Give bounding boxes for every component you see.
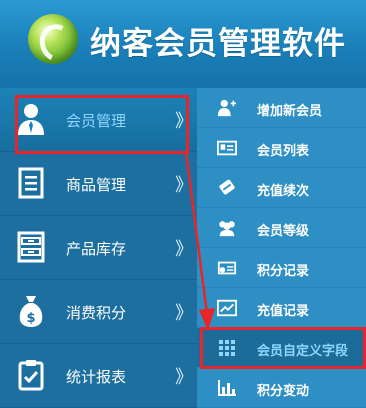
submenu-item-label: 积分变动 [257, 384, 310, 399]
chevron-right-icon: 》 [175, 111, 193, 132]
submenu-item-label: 充值记录 [257, 304, 310, 319]
user-icon [14, 98, 48, 140]
sidebar-item-consumption-points[interactable]: $ 消费积分 》 [0, 280, 197, 344]
sidebar: 会员管理 》 商品管理 》 产品库存 》 $ 消费积分 》 统计报表 》 [0, 88, 197, 408]
sidebar-item-label: 消费积分 [66, 304, 127, 322]
submenu-item-label: 会员自定义字段 [257, 344, 349, 359]
sidebar-item-label: 会员管理 [66, 112, 127, 130]
svg-text:$: $ [26, 311, 35, 326]
submenu-item-label: 积分记录 [257, 264, 310, 279]
submenu-item-label: 充值续次 [257, 184, 310, 199]
submenu-item-label: 增加新会员 [257, 104, 323, 119]
app-header: 纳客会员管理软件 [0, 0, 366, 88]
submenu-item-add-member[interactable]: 增加新会员 [197, 88, 366, 128]
annotation-arrow [184, 151, 215, 331]
app-logo [28, 14, 80, 67]
document-icon [14, 162, 48, 204]
clipboard-check-icon [14, 354, 48, 396]
add-user-icon [217, 99, 237, 117]
bar-chart-icon [217, 379, 237, 397]
sidebar-item-label: 产品库存 [66, 240, 127, 258]
submenu-item-label: 会员列表 [257, 144, 310, 159]
sidebar-item-inventory[interactable]: 产品库存 》 [0, 216, 197, 280]
money-bag-icon: $ [14, 290, 48, 332]
grid-icon [217, 339, 237, 357]
chevron-right-icon: 》 [175, 367, 193, 388]
sidebar-item-member-management[interactable]: 会员管理 》 [0, 88, 197, 152]
sidebar-item-statistics-reports[interactable]: 统计报表 》 [0, 344, 197, 408]
cabinet-icon [14, 226, 48, 268]
submenu-item-label: 会员等级 [257, 224, 310, 239]
sidebar-item-product-management[interactable]: 商品管理 》 [0, 152, 197, 216]
submenu-item-points-change[interactable]: 积分变动 [197, 368, 366, 408]
sidebar-item-label: 商品管理 [66, 176, 127, 194]
app-title: 纳客会员管理软件 [90, 26, 346, 62]
sidebar-item-label: 统计报表 [66, 368, 127, 386]
